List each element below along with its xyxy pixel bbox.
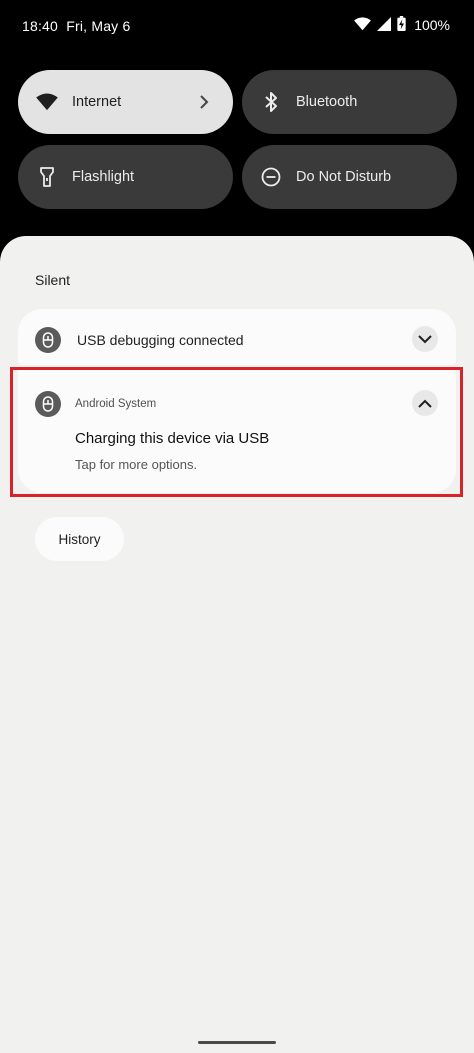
battery-charging-icon bbox=[397, 16, 406, 34]
signal-icon bbox=[377, 16, 392, 34]
wifi-icon bbox=[36, 91, 58, 113]
tile-flashlight-label: Flashlight bbox=[72, 169, 135, 185]
battery-percent: 100% bbox=[414, 17, 450, 33]
bluetooth-icon bbox=[260, 91, 282, 113]
notification-shade: Silent USB debugging connected Android S… bbox=[0, 236, 474, 1053]
flashlight-icon bbox=[36, 166, 58, 188]
tile-flashlight[interactable]: Flashlight bbox=[18, 145, 233, 209]
tile-internet-label: Internet bbox=[72, 94, 122, 110]
wifi-icon bbox=[354, 16, 372, 34]
tile-bluetooth[interactable]: Bluetooth bbox=[242, 70, 457, 134]
tile-dnd-label: Do Not Disturb bbox=[296, 169, 392, 185]
do-not-disturb-icon bbox=[260, 166, 282, 188]
notification-title: Charging this device via USB bbox=[75, 430, 270, 447]
chevron-down-icon[interactable] bbox=[412, 326, 438, 352]
status-time: 18:40 bbox=[22, 18, 59, 34]
section-label-silent: Silent bbox=[35, 272, 71, 288]
chevron-right-icon bbox=[193, 91, 215, 113]
status-date: Fri, May 6 bbox=[66, 18, 131, 34]
notification-app-name: Android System bbox=[75, 398, 157, 410]
navigation-handle[interactable] bbox=[198, 1041, 276, 1044]
tile-internet[interactable]: Internet bbox=[18, 70, 233, 134]
notification-title: USB debugging connected bbox=[77, 332, 244, 348]
history-button[interactable]: History bbox=[35, 517, 124, 561]
android-system-icon bbox=[35, 327, 61, 353]
android-system-icon bbox=[35, 391, 61, 417]
notification-usb-debugging[interactable]: USB debugging connected bbox=[18, 309, 456, 365]
tile-do-not-disturb[interactable]: Do Not Disturb bbox=[242, 145, 457, 209]
status-bar: 18:40 Fri, May 6 100% bbox=[0, 0, 474, 52]
chevron-up-icon[interactable] bbox=[412, 390, 438, 416]
status-icons: 100% bbox=[354, 16, 450, 34]
tile-bluetooth-label: Bluetooth bbox=[296, 94, 358, 110]
notification-text: Tap for more options. bbox=[75, 457, 198, 472]
status-time-date: 18:40 Fri, May 6 bbox=[22, 18, 130, 34]
notification-charging-usb[interactable]: Android System Charging this device via … bbox=[18, 367, 456, 493]
